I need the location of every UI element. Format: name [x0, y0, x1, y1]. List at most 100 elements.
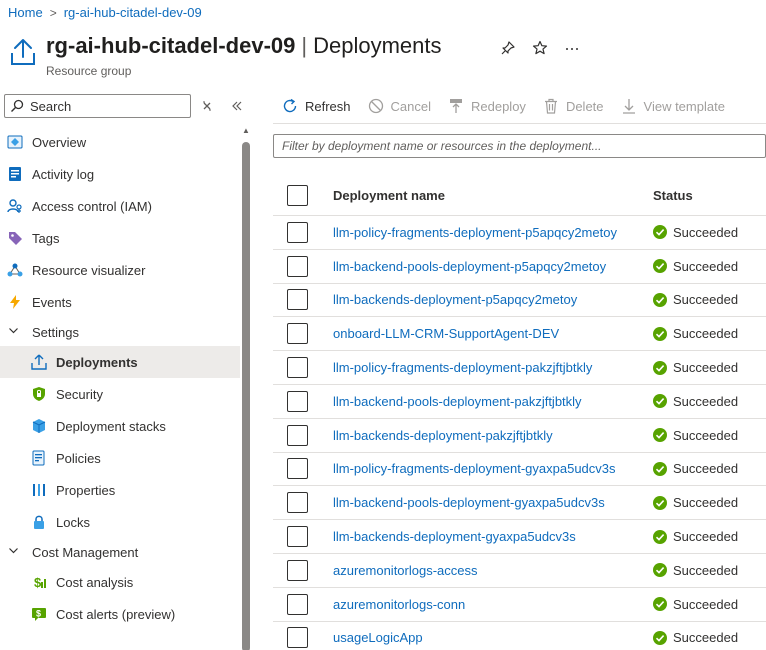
deployment-name-link[interactable]: llm-policy-fragments-deployment-pakzjftj…	[333, 360, 592, 375]
deployment-name-link[interactable]: llm-policy-fragments-deployment-p5apqcy2…	[333, 225, 617, 240]
breadcrumb-current-link[interactable]: rg-ai-hub-citadel-dev-09	[64, 5, 202, 20]
deployment-name-link[interactable]: llm-backend-pools-deployment-gyaxpa5udcv…	[333, 495, 605, 510]
sidebar-item-access-control[interactable]: Access control (IAM)	[0, 190, 240, 222]
row-checkbox[interactable]	[287, 559, 308, 581]
sidebar-item-label: Access control (IAM)	[32, 198, 152, 214]
row-checkbox[interactable]	[287, 458, 308, 480]
deployment-name-link[interactable]: onboard-LLM-CRM-SupportAgent-DEV	[333, 326, 559, 341]
sidebar-group-label: Settings	[32, 324, 79, 340]
sidebar-item-properties[interactable]: Properties	[0, 474, 240, 506]
row-checkbox[interactable]	[287, 424, 308, 446]
row-checkbox-cell	[273, 526, 333, 548]
success-check-icon	[653, 326, 667, 341]
row-checkbox[interactable]	[287, 323, 308, 345]
overview-icon	[6, 133, 24, 151]
view-template-label: View template	[643, 98, 725, 114]
status-text: Succeeded	[673, 427, 739, 443]
sidebar-scrollbar[interactable]: ▲	[241, 126, 250, 650]
table-row: llm-backend-pools-deployment-pakzjftjbtk…	[273, 385, 766, 419]
breadcrumb-home-link[interactable]: Home	[8, 5, 43, 20]
sidebar-group-settings[interactable]: Settings	[0, 318, 240, 346]
sidebar-item-deployment-stacks[interactable]: Deployment stacks	[0, 410, 240, 442]
scroll-up-arrow-icon[interactable]: ▲	[242, 126, 250, 136]
star-icon[interactable]	[531, 39, 549, 57]
sidebar-item-cost-alerts[interactable]: $ Cost alerts (preview)	[0, 598, 240, 630]
lightning-icon	[6, 293, 24, 311]
deployment-name-cell: llm-policy-fragments-deployment-p5apqcy2…	[333, 225, 653, 240]
trash-icon	[542, 97, 560, 115]
row-checkbox[interactable]	[287, 289, 308, 311]
column-header-status[interactable]: Status	[653, 188, 693, 203]
status-cell: Succeeded	[653, 259, 738, 274]
sidebar-item-resource-visualizer[interactable]: Resource visualizer	[0, 254, 240, 286]
deployment-name-link[interactable]: llm-policy-fragments-deployment-gyaxpa5u…	[333, 461, 616, 476]
scrollbar-thumb[interactable]	[242, 142, 250, 650]
row-checkbox[interactable]	[287, 526, 308, 548]
deployment-name-link[interactable]: llm-backends-deployment-pakzjftjbtkly	[333, 428, 553, 443]
row-checkbox-cell	[273, 255, 333, 277]
filter-input[interactable]	[282, 139, 765, 153]
sidebar-item-policies[interactable]: Policies	[0, 442, 240, 474]
row-checkbox[interactable]	[287, 593, 308, 615]
row-checkbox[interactable]	[287, 492, 308, 514]
deployment-name-link[interactable]: azuremonitorlogs-access	[333, 563, 478, 578]
deployment-name-link[interactable]: usageLogicApp	[333, 630, 423, 645]
status-text: Succeeded	[673, 495, 739, 511]
select-all-cell	[273, 185, 333, 206]
more-icon[interactable]	[563, 39, 581, 57]
deployment-name-cell: azuremonitorlogs-access	[333, 563, 653, 578]
deployment-name-link[interactable]: llm-backend-pools-deployment-p5apqcy2met…	[333, 259, 606, 274]
sidebar-item-label: Activity log	[32, 166, 95, 182]
row-checkbox-cell	[273, 221, 333, 243]
sidebar-item-overview[interactable]: Overview	[0, 126, 240, 158]
row-checkbox[interactable]	[287, 627, 308, 649]
cancel-button[interactable]: Cancel	[359, 92, 439, 120]
sidebar-item-deployments[interactable]: Deployments	[0, 346, 240, 378]
deployment-name-link[interactable]: llm-backends-deployment-gyaxpa5udcv3s	[333, 529, 576, 544]
row-checkbox-cell	[273, 492, 333, 514]
sidebar-item-cost-analysis[interactable]: $ Cost analysis	[0, 566, 240, 598]
pin-icon[interactable]	[499, 39, 517, 57]
sidebar-item-security[interactable]: Security	[0, 378, 240, 410]
success-check-icon	[653, 630, 667, 645]
command-bar: Refresh Cancel Redeploy Delete View temp…	[273, 92, 733, 120]
sidebar-group-cost-management[interactable]: Cost Management	[0, 538, 240, 566]
sidebar-item-events[interactable]: Events	[0, 286, 240, 318]
clear-search-icon[interactable]	[199, 98, 215, 114]
status-text: Succeeded	[673, 292, 739, 308]
deployment-name-link[interactable]: llm-backends-deployment-p5apqcy2metoy	[333, 292, 577, 307]
deployment-name-link[interactable]: llm-backend-pools-deployment-pakzjftjbtk…	[333, 394, 582, 409]
status-text: Succeeded	[673, 630, 739, 646]
deployment-name-link[interactable]: azuremonitorlogs-conn	[333, 597, 465, 612]
collapse-sidebar-icon[interactable]	[229, 98, 245, 114]
sidebar-search-input[interactable]	[30, 98, 180, 114]
row-checkbox[interactable]	[287, 390, 308, 412]
view-template-button[interactable]: View template	[612, 92, 733, 120]
deployments-table: Deployment name Status llm-policy-fragme…	[273, 176, 766, 650]
table-header: Deployment name Status	[273, 176, 766, 216]
status-cell: Succeeded	[653, 529, 738, 544]
sidebar-item-tags[interactable]: Tags	[0, 222, 240, 254]
toolbar-divider	[273, 123, 766, 124]
table-row: llm-backend-pools-deployment-p5apqcy2met…	[273, 250, 766, 284]
status-cell: Succeeded	[653, 394, 738, 409]
delete-button[interactable]: Delete	[534, 92, 612, 120]
table-row: llm-backends-deployment-p5apqcy2metoy Suc…	[273, 284, 766, 318]
refresh-button[interactable]: Refresh	[273, 92, 359, 120]
row-checkbox[interactable]	[287, 357, 308, 379]
row-checkbox[interactable]	[287, 221, 308, 243]
filter-box[interactable]	[273, 134, 766, 158]
row-checkbox[interactable]	[287, 255, 308, 277]
table-row: onboard-LLM-CRM-SupportAgent-DEV Succeede…	[273, 317, 766, 352]
column-header-name[interactable]: Deployment name	[333, 188, 653, 203]
status-cell: Succeeded	[653, 292, 738, 307]
download-icon	[620, 97, 638, 115]
sidebar-item-locks[interactable]: Locks	[0, 506, 240, 538]
sidebar-item-activity-log[interactable]: Activity log	[0, 158, 240, 190]
deployments-upload-icon	[11, 39, 35, 65]
sidebar-search[interactable]	[4, 94, 191, 118]
select-all-checkbox[interactable]	[287, 185, 308, 206]
resource-name: rg-ai-hub-citadel-dev-09	[46, 33, 296, 58]
redeploy-button[interactable]: Redeploy	[439, 92, 534, 120]
status-cell: Succeeded	[653, 597, 738, 612]
